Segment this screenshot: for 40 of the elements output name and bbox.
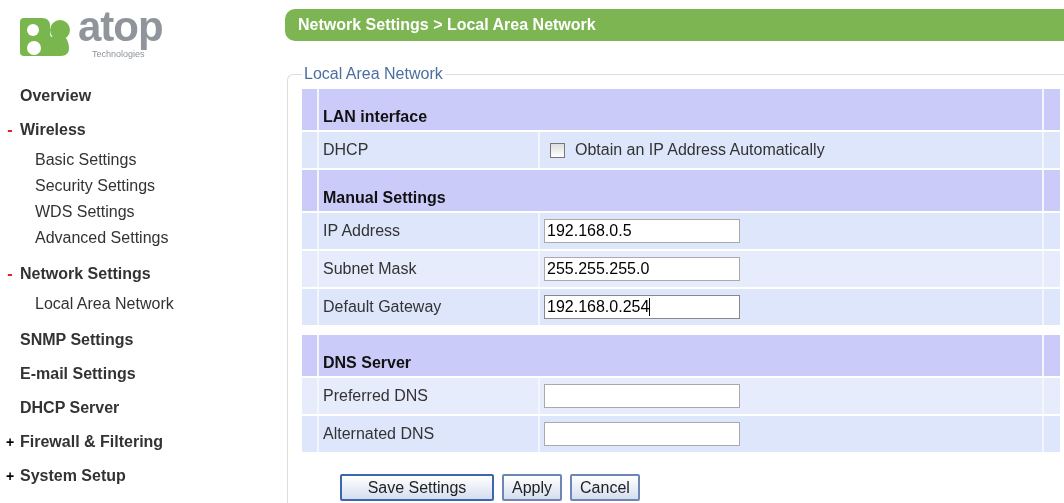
section-header: DNS Server (322, 353, 413, 373)
sidebar-subitem[interactable]: Security Settings (35, 173, 285, 199)
field-label: Default Gateway (319, 289, 540, 325)
sidebar-item[interactable]: DHCP Server (20, 399, 120, 417)
expand-marker[interactable]: + (0, 468, 20, 484)
expand-marker[interactable]: - (0, 265, 20, 283)
breadcrumb-bar: Network Settings > Local Area Network (285, 9, 1064, 41)
field-label: DHCP (319, 132, 540, 168)
sidebar-item[interactable]: Firewall & Filtering (20, 433, 164, 451)
sidebar-item[interactable]: Wireless (20, 121, 86, 139)
group-legend: Local Area Network (302, 65, 445, 83)
section-header: Manual Settings (322, 188, 447, 208)
input-field[interactable]: 192.168.0.254 (544, 295, 740, 319)
input-field[interactable] (544, 384, 740, 408)
sidebar-subitem[interactable]: WDS Settings (35, 199, 285, 225)
input-field[interactable]: 255.255.255.0 (544, 257, 740, 281)
sidebar-item[interactable]: Overview (20, 87, 92, 105)
checkbox[interactable] (550, 142, 565, 158)
sidebar-item[interactable]: Network Settings (20, 265, 151, 283)
field-label: Subnet Mask (319, 251, 540, 287)
logo-wordmark: atop (78, 5, 163, 49)
checkbox-label: Obtain an IP Address Automatically (575, 141, 825, 159)
sidebar-subitem[interactable]: Local Area Network (35, 291, 285, 317)
input-field[interactable]: 192.168.0.5 (544, 219, 740, 243)
form-button[interactable]: Cancel (570, 474, 640, 501)
sidebar-item[interactable]: SNMP Settings (20, 331, 134, 349)
expand-marker[interactable]: - (0, 121, 20, 139)
sidebar-item[interactable]: E-mail Settings (20, 365, 136, 383)
sidebar-subitem[interactable]: Advanced Settings (35, 225, 285, 251)
expand-marker[interactable]: + (0, 434, 20, 450)
sidebar-subitem[interactable]: Basic Settings (35, 147, 285, 173)
form-button[interactable]: Save Settings (340, 474, 494, 501)
section-header: LAN interface (322, 107, 429, 127)
form-button[interactable]: Apply (502, 474, 563, 501)
sidebar-item[interactable]: System Setup (20, 467, 126, 485)
input-field[interactable] (544, 422, 740, 446)
field-label: Preferred DNS (319, 378, 540, 414)
logo-tagline: Technologies (92, 49, 145, 60)
field-label: Alternated DNS (319, 416, 540, 452)
field-label: IP Address (319, 213, 540, 249)
